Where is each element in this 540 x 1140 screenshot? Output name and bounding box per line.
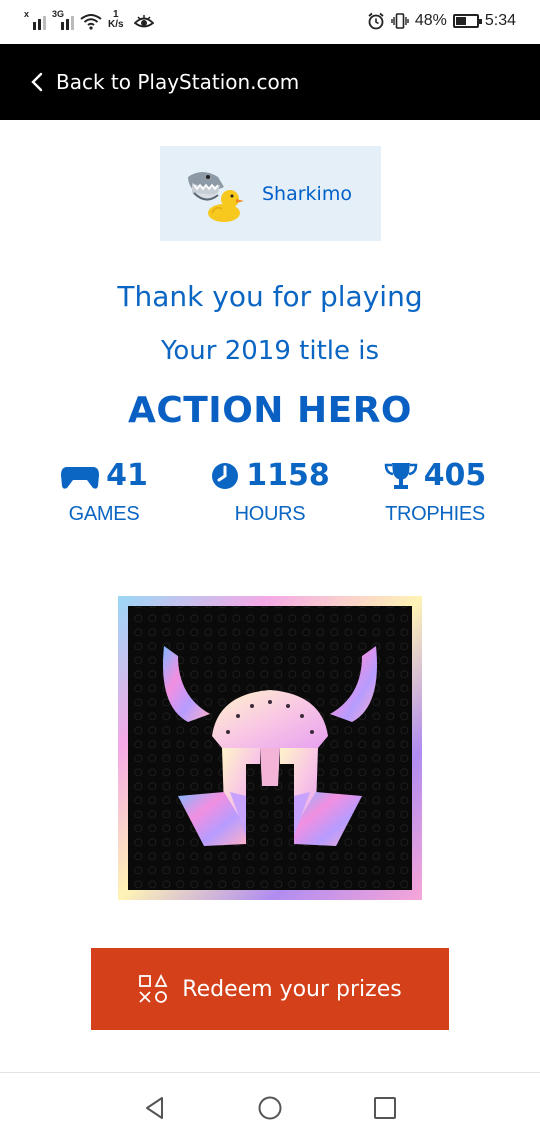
page: x 3G 1 K/s 48% 5:34 Back to PlayStation.… (0, 0, 540, 1140)
profile-card: Sharkimo (160, 146, 381, 241)
thank-you-text: Thank you for playing (117, 280, 423, 313)
network-type: 3G (52, 9, 65, 19)
header-bar: Back to PlayStation.com (0, 44, 540, 120)
battery-fill (455, 17, 467, 25)
clock-time: 5:34 (484, 12, 516, 29)
playstation-shapes-icon (139, 974, 168, 1003)
clock-icon (212, 462, 239, 489)
status-bar: x 3G 1 K/s 48% 5:34 (0, 0, 540, 44)
battery-icon (452, 14, 482, 28)
android-navigation-bar (0, 1072, 540, 1140)
trophies-count: 405 (423, 458, 487, 493)
avatar (188, 171, 244, 222)
stat-hours: 1158 HOURS (200, 458, 340, 526)
sim1-tag: x (24, 9, 30, 19)
signal-strength-icon: x (24, 9, 46, 30)
network-speed: 1 K/s (108, 10, 124, 30)
status-left: x 3G 1 K/s (24, 9, 154, 30)
alarm-icon (368, 12, 384, 30)
recents-icon[interactable] (372, 1095, 398, 1121)
stat-games: 41 GAMES (44, 458, 164, 526)
player-title: ACTION HERO (127, 390, 413, 431)
signal-strength-3g-icon: 3G (52, 9, 74, 30)
status-right: 48% 5:34 (367, 12, 516, 30)
username: Sharkimo (262, 182, 352, 205)
hours-label: HOURS (234, 503, 306, 525)
games-label: GAMES (68, 503, 140, 525)
trophies-label: TROPHIES (385, 503, 485, 525)
wifi-icon (80, 14, 102, 30)
hours-count: 1158 (246, 458, 330, 493)
games-count: 41 (106, 458, 148, 493)
battery-percent: 48% (414, 12, 447, 29)
stat-trophies: 405 TROPHIES (370, 458, 500, 526)
back-to-playstation-link[interactable]: Back to PlayStation.com (30, 70, 299, 94)
chevron-left-icon (31, 72, 43, 92)
redeem-prizes-button[interactable]: Redeem your prizes (91, 948, 449, 1030)
back-link-label: Back to PlayStation.com (56, 70, 300, 94)
redeem-prizes-label: Redeem your prizes (182, 976, 402, 1002)
speed-unit: K/s (108, 19, 124, 30)
year-title-intro: Your 2019 title is (160, 336, 380, 366)
action-hero-artwork: ○ (118, 596, 422, 900)
back-icon[interactable] (142, 1095, 168, 1121)
home-icon[interactable] (257, 1095, 283, 1121)
eye-comfort-icon (133, 15, 154, 28)
trophy-icon (384, 462, 417, 489)
vibrate-icon (391, 13, 409, 29)
gamepad-icon (61, 466, 100, 489)
